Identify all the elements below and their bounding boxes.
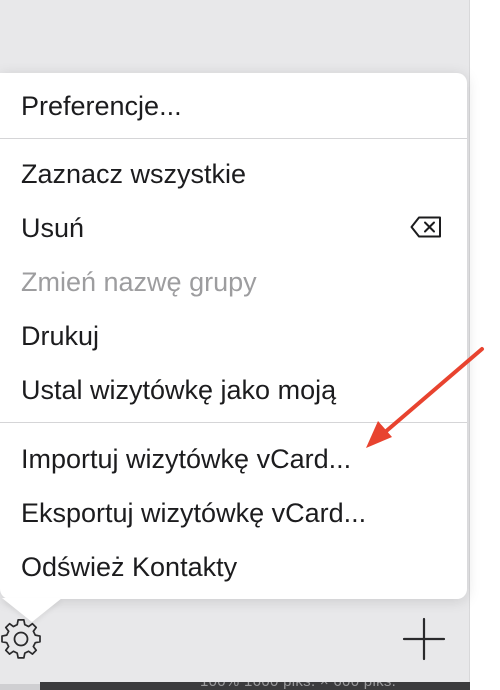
settings-popover-menu: Preferencje... Zaznacz wszystkie Usuń Zm… <box>0 73 467 599</box>
menu-item-preferences[interactable]: Preferencje... <box>21 86 447 126</box>
gear-icon[interactable] <box>0 618 44 662</box>
menu-item-delete-label: Usuń <box>21 213 85 243</box>
menu-item-refresh-contacts[interactable]: Odśwież Kontakty <box>21 547 447 587</box>
menu-separator <box>0 422 467 423</box>
contact-detail-panel <box>469 0 500 690</box>
menu-item-select-all[interactable]: Zaznacz wszystkie <box>21 154 447 194</box>
sidebar-bottom-edge <box>0 684 40 690</box>
menu-item-export-vcard[interactable]: Eksportuj wizytówkę vCard... <box>21 493 447 533</box>
menu-item-rename-group: Zmień nazwę grupy <box>21 267 257 297</box>
contacts-app: 100% 1600 piks. × 600 piks. Preferencje.… <box>0 0 500 690</box>
menu-item-delete[interactable]: Usuń <box>21 208 447 248</box>
menu-item-set-my-card[interactable]: Ustal wizytówkę jako moją <box>21 370 447 410</box>
menu-item-print[interactable]: Drukuj <box>21 316 447 356</box>
delete-key-icon <box>410 216 441 238</box>
menu-item-import-vcard[interactable]: Importuj wizytówkę vCard... <box>21 439 447 479</box>
status-bar: 100% 1600 piks. × 600 piks. <box>40 682 470 690</box>
menu-separator <box>0 138 467 139</box>
plus-icon[interactable] <box>402 617 446 661</box>
status-bar-text: 100% 1600 piks. × 600 piks. <box>200 682 396 690</box>
